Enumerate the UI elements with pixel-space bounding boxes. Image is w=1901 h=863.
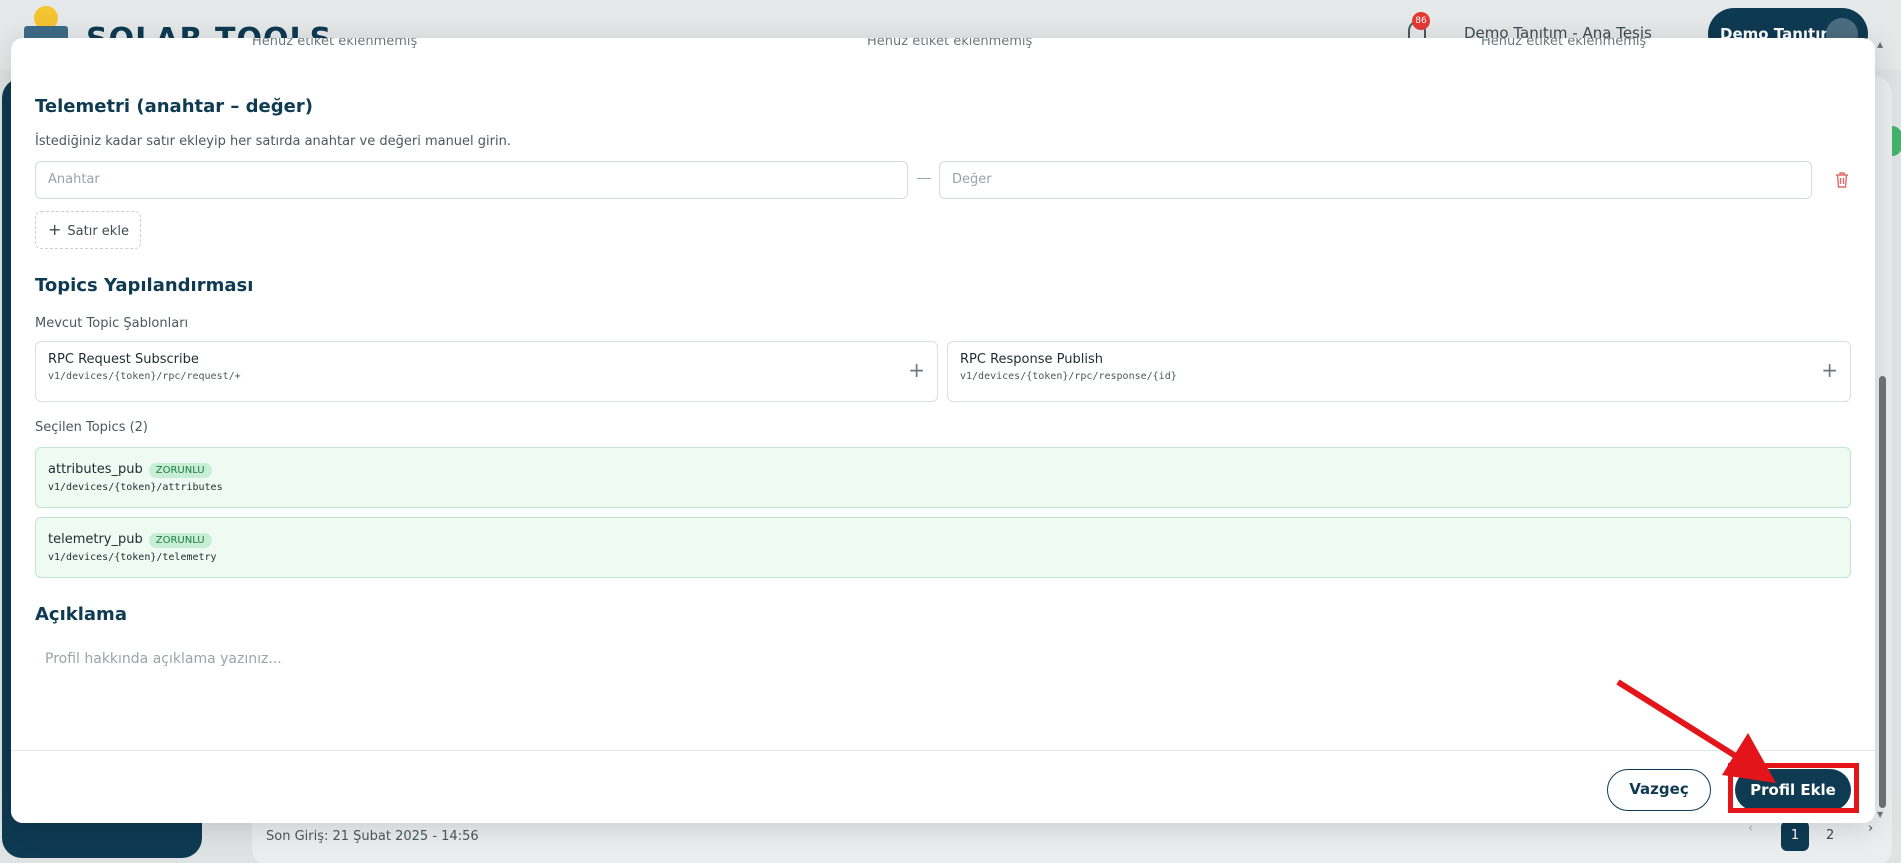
modal-scrollbar[interactable]: ▲ ▼ bbox=[1875, 38, 1887, 823]
add-profile-modal: Henüz etiket eklenmemiş Henüz etiket ekl… bbox=[11, 38, 1875, 823]
required-badge: ZORUNLU bbox=[148, 533, 212, 548]
pager-prev[interactable]: ‹ bbox=[1748, 821, 1753, 836]
telemetry-section-title: Telemetri (anahtar – değer) bbox=[35, 96, 313, 117]
add-row-label: Satır ekle bbox=[67, 224, 129, 239]
description-textarea[interactable]: Profil hakkında açıklama yazınız... bbox=[35, 643, 1851, 739]
modal-body: Henüz etiket eklenmemiş Henüz etiket ekl… bbox=[11, 38, 1875, 750]
selected-topic-name: telemetry_pub bbox=[48, 532, 143, 547]
cancel-button[interactable]: Vazgeç bbox=[1607, 769, 1711, 811]
selected-topic-name: attributes_pub bbox=[48, 462, 143, 477]
notification-badge: 86 bbox=[1412, 12, 1430, 30]
scroll-up-icon[interactable]: ▲ bbox=[1877, 40, 1883, 49]
add-topic-icon[interactable]: + bbox=[1821, 358, 1838, 382]
selected-topic-card: telemetry_pub ZORUNLU v1/devices/{token}/… bbox=[35, 517, 1851, 578]
required-badge: ZORUNLU bbox=[148, 463, 212, 478]
empty-tags-text: Henüz etiket eklenmemiş bbox=[867, 38, 1033, 49]
key-value-separator bbox=[917, 178, 931, 179]
last-login-text: Son Giriş: 21 Şubat 2025 - 14:56 bbox=[266, 829, 479, 844]
highlight-box bbox=[1728, 763, 1859, 813]
topic-template-name: RPC Response Publish bbox=[960, 352, 1103, 367]
topic-template-path: v1/devices/{token}/rpc/request/+ bbox=[48, 371, 241, 382]
plus-icon: + bbox=[48, 220, 62, 239]
modal-footer bbox=[11, 750, 1875, 823]
scroll-down-icon[interactable]: ▼ bbox=[1877, 810, 1883, 819]
selected-topic-card: attributes_pub ZORUNLU v1/devices/{token}… bbox=[35, 447, 1851, 508]
description-section-title: Açıklama bbox=[35, 604, 127, 625]
scroll-thumb[interactable] bbox=[1879, 376, 1886, 808]
selected-topics-label: Seçilen Topics (2) bbox=[35, 420, 149, 435]
topic-template-card[interactable]: RPC Response Publish v1/devices/{token}/… bbox=[947, 341, 1851, 402]
topic-templates-label: Mevcut Topic Şablonları bbox=[35, 316, 189, 331]
topic-template-card[interactable]: RPC Request Subscribe v1/devices/{token}… bbox=[35, 341, 938, 402]
telemetry-help-text: İstediğiniz kadar satır ekleyip her satı… bbox=[35, 134, 511, 149]
empty-tags-text: Henüz etiket eklenmemiş bbox=[1481, 38, 1647, 49]
pager-page-1[interactable]: 1 bbox=[1781, 821, 1809, 851]
selected-topic-path: v1/devices/{token}/telemetry bbox=[48, 552, 217, 563]
topic-template-name: RPC Request Subscribe bbox=[48, 352, 199, 367]
pager-next[interactable]: › bbox=[1868, 821, 1873, 836]
selected-topic-path: v1/devices/{token}/attributes bbox=[48, 482, 223, 493]
telemetry-key-input[interactable]: Anahtar bbox=[35, 161, 908, 199]
pager-page-2[interactable]: 2 bbox=[1826, 828, 1834, 843]
add-row-button[interactable]: + Satır ekle bbox=[35, 211, 141, 249]
topics-section-title: Topics Yapılandırması bbox=[35, 275, 254, 296]
empty-tags-text: Henüz etiket eklenmemiş bbox=[252, 38, 418, 49]
add-topic-icon[interactable]: + bbox=[908, 358, 925, 382]
trash-icon[interactable] bbox=[1834, 171, 1850, 189]
telemetry-value-input[interactable]: Değer bbox=[939, 161, 1812, 199]
topic-template-path: v1/devices/{token}/rpc/response/{id} bbox=[960, 371, 1177, 382]
